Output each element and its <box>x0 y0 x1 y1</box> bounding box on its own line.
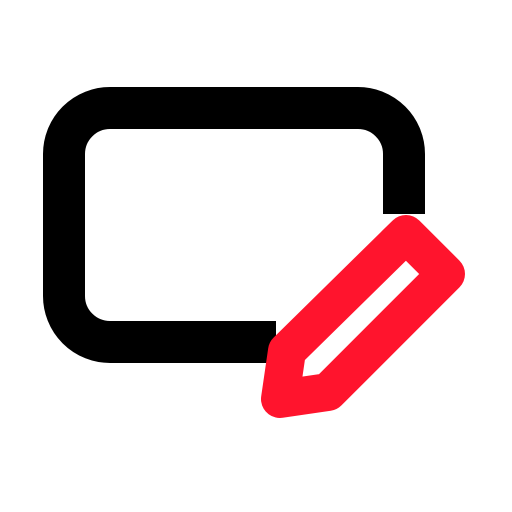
pencil-icon <box>261 215 465 418</box>
rectangle-edit-icon <box>43 87 465 418</box>
icon-canvas <box>0 0 512 512</box>
